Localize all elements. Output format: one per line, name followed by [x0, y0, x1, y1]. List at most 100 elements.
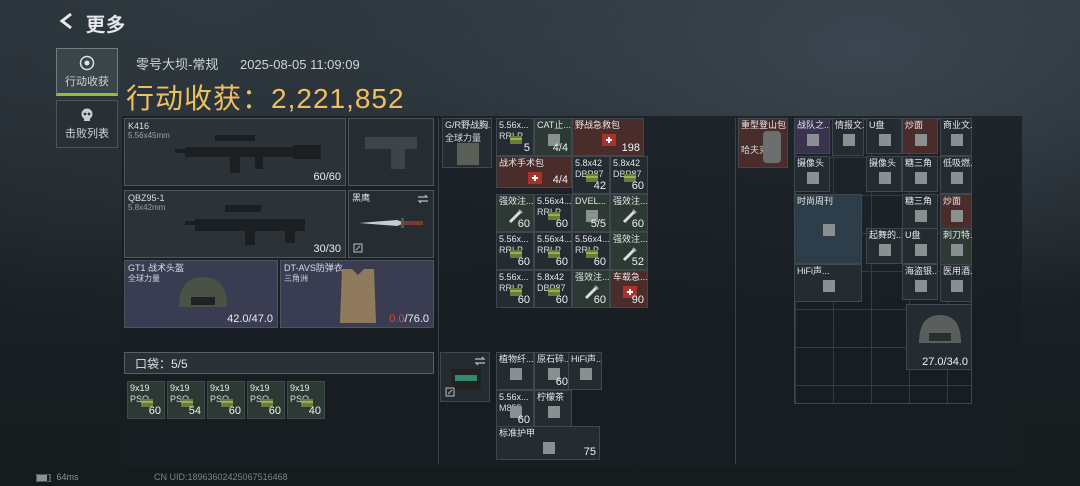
pocket-item[interactable]: 9x19 PSO 60: [247, 381, 285, 419]
map-name: 零号大坝-常规: [136, 57, 219, 72]
pocket-item[interactable]: 9x19 PSO 54: [167, 381, 205, 419]
chest-rig-item[interactable]: CAT止... 4/4: [534, 118, 572, 156]
item-qty: 90: [631, 294, 644, 306]
backpack-grid-item[interactable]: 海盗银...: [902, 264, 938, 300]
item-qty: 60: [148, 405, 161, 417]
item-icon: [823, 280, 835, 292]
chest-rig-item[interactable]: 5.8x42DBP8742: [572, 156, 610, 194]
item-qty: 42: [593, 180, 606, 192]
primary-weapon-slot-1[interactable]: K416 5.56x45mm 60/60: [124, 118, 346, 186]
chest-rig-item[interactable]: 战术手术包 4/4: [496, 156, 572, 188]
backpack-grid-item[interactable]: 低吸燃...: [940, 156, 972, 194]
backpack-grid-item[interactable]: 商业文...: [940, 118, 972, 156]
backpack-grid-item[interactable]: U盘: [902, 228, 938, 264]
backpack-grid-item[interactable]: 刺刀特...: [940, 228, 972, 266]
backpack-grid-item[interactable]: 起舞的...: [866, 228, 902, 264]
chest-rig-item[interactable]: 5.56x4...RRLP60: [572, 232, 610, 270]
page-title: 更多: [86, 15, 127, 36]
chest-rig-item[interactable]: G/R野战胸... 全球力量: [442, 118, 492, 168]
back-arrow-icon[interactable]: [58, 12, 74, 30]
bag-grid-item[interactable]: 植物纤...: [496, 352, 534, 390]
tab-kills[interactable]: 击败列表: [56, 100, 118, 148]
melee-slot[interactable]: 黑鹰: [348, 190, 434, 258]
item-name: 5.56x4...: [575, 234, 610, 244]
chest-rig-item[interactable]: 5.8x42DBP8760: [534, 270, 572, 308]
backpack-item[interactable]: 重型登山包 哈夫克: [738, 118, 788, 168]
item-name: 强效注...: [499, 196, 534, 206]
pistol-icon: [365, 137, 417, 169]
bag-grid-item[interactable]: 柠檬茶: [534, 390, 572, 428]
chest-rig-item[interactable]: 5.56x...RRLP5: [496, 118, 534, 156]
tab-haul[interactable]: 行动收获: [56, 48, 118, 96]
item-name: 海盗银...: [905, 266, 938, 276]
pocket-item[interactable]: 9x19 PSO 40: [287, 381, 325, 419]
item-name: 摄像头: [797, 158, 825, 168]
primary-weapon-slot-2[interactable]: QBZ95-1 5.8x42mm 30/30: [124, 190, 346, 258]
item-qty: 60: [268, 405, 281, 417]
backpack-grid-item[interactable]: HiFi声...: [794, 264, 862, 302]
weapon-caliber: 5.56x45mm: [128, 131, 170, 140]
item-name: 起舞的...: [869, 230, 902, 240]
helmet-icon: [179, 277, 227, 307]
backpack-grid-item[interactable]: 战队之...: [794, 118, 830, 154]
link-icon: [445, 387, 455, 397]
chest-rig-item[interactable]: 5.56x...RRLP60: [496, 270, 534, 308]
item-name: 原石碎...: [537, 354, 572, 364]
chest-rig-item[interactable]: 5.56x...RRLP60: [496, 232, 534, 270]
chest-rig-item[interactable]: 强效注... 60: [610, 194, 648, 232]
chest-rig-item[interactable]: 5.56x4...RRLP60: [534, 232, 572, 270]
item-name: 5.56x...: [499, 234, 529, 244]
backpack-helmet[interactable]: 27.0/34.0: [906, 304, 972, 370]
chest-rig-item[interactable]: 强效注... 52: [610, 232, 648, 270]
chest-rig-item[interactable]: 野战急救包 198: [572, 118, 644, 156]
item-name: 柠檬茶: [537, 392, 565, 402]
pocket-item[interactable]: 9x19 PSO 60: [207, 381, 245, 419]
item-qty: 4/4: [552, 142, 568, 154]
chest-rig-item[interactable]: 5.56x4...RRLP60: [534, 194, 572, 232]
haul-value: 2,221,852: [271, 83, 405, 114]
bag-grid-item[interactable]: 原石碎... 60: [534, 352, 572, 390]
item-qty: 5: [523, 142, 530, 154]
item-icon: [843, 134, 855, 146]
chest-rig-item[interactable]: DVEL... 5/5: [572, 194, 610, 232]
chest-rig-item[interactable]: 强效注... 60: [572, 270, 610, 308]
pistol-slot[interactable]: [348, 118, 434, 186]
item-name: 标准护甲: [499, 428, 536, 438]
chest-rig-item[interactable]: 车载急... 90: [610, 270, 648, 308]
item-name: 强效注...: [613, 196, 648, 206]
item-qty: 4/4: [552, 174, 568, 186]
item-name: U盘: [869, 120, 885, 130]
item-icon: [915, 244, 927, 256]
item-name: 糖三角: [905, 196, 933, 206]
armor-slot[interactable]: DT-AVS防弹衣 三角洲 0.0/76.0: [280, 260, 434, 328]
ammo-icon: [510, 136, 522, 144]
weapon-ammo: 30/30: [313, 243, 341, 255]
backpack-grid-item[interactable]: 糖三角: [902, 194, 938, 230]
backpack-grid-item[interactable]: 炒面: [902, 118, 938, 154]
chest-rig-item[interactable]: 5.8x42DBP8760: [610, 156, 648, 194]
helmet-slot[interactable]: GT1 战术头盔 全球力量 42.0/47.0: [124, 260, 278, 328]
backpack-grid-item[interactable]: 时尚周刊: [794, 194, 862, 264]
item-name: CAT止...: [537, 120, 571, 130]
backpack-grid-item[interactable]: 医用酒...: [940, 264, 972, 302]
item-icon: [543, 442, 555, 454]
item-name: 野战急救包: [575, 120, 621, 130]
item-name: 5.56x4...: [537, 196, 572, 206]
backpack-grid-item[interactable]: 摄像头: [866, 156, 902, 192]
bag-grid-item[interactable]: 5.56x...M85560: [496, 390, 534, 428]
backpack-grid-item[interactable]: U盘: [866, 118, 902, 154]
item-icon: [879, 134, 891, 146]
bag-item[interactable]: [440, 352, 490, 402]
backpack-grid-item[interactable]: 情报文...: [832, 118, 864, 156]
bag-grid-item[interactable]: 标准护甲 75: [496, 426, 600, 460]
pocket-item[interactable]: 9x19 PSO 60: [127, 381, 165, 419]
item-icon: [823, 224, 835, 236]
backpack-grid-item[interactable]: 炒面: [940, 194, 972, 232]
chest-rig-item[interactable]: 强效注... 60: [496, 194, 534, 232]
item-name: 商业文...: [943, 120, 972, 130]
item-qty: 60: [517, 218, 530, 230]
backpack-grid-item[interactable]: 糖三角: [902, 156, 938, 192]
bag-grid-item[interactable]: HiFi声...: [568, 352, 602, 390]
melee-name: 黑鹰: [352, 193, 371, 203]
backpack-grid-item[interactable]: 摄像头: [794, 156, 830, 192]
